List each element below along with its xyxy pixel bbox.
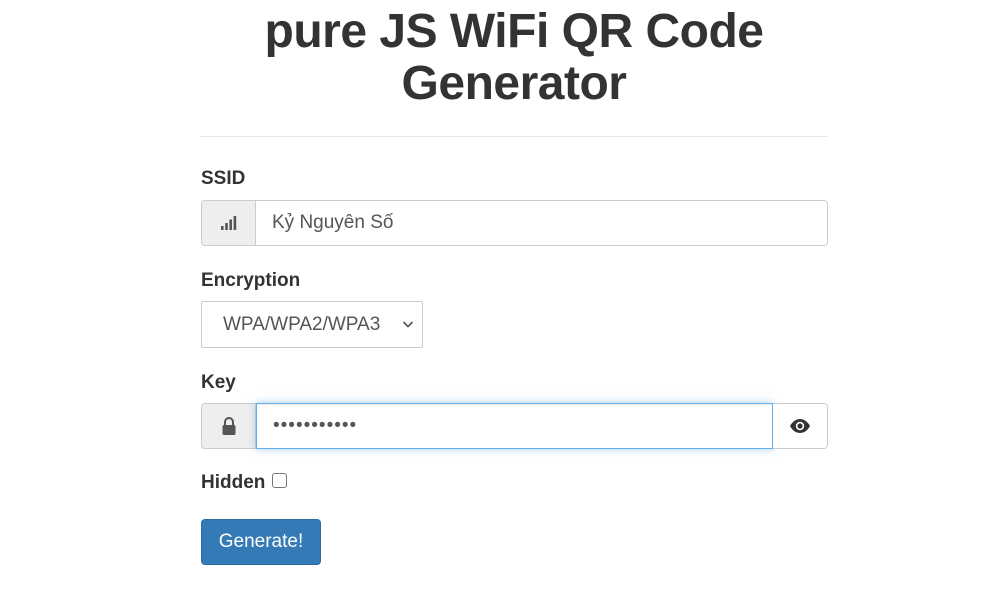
hidden-checkbox[interactable] <box>272 472 288 488</box>
page-title: pure JS WiFi QR Code Generator <box>264 5 764 110</box>
key-label: Key <box>201 372 236 393</box>
ssid-label: SSID <box>201 168 246 189</box>
encryption-select[interactable]: WPA/WPA2/WPA3 <box>201 301 423 348</box>
hidden-row: Hidden <box>201 472 288 494</box>
key-input-group <box>201 403 828 449</box>
ssid-input[interactable] <box>256 200 828 246</box>
title-divider <box>200 136 828 137</box>
generate-button[interactable]: Generate! <box>201 519 321 565</box>
lock-icon <box>201 403 256 449</box>
key-input[interactable] <box>256 403 773 449</box>
hidden-label: Hidden <box>201 472 266 493</box>
encryption-label: Encryption <box>201 270 301 291</box>
ssid-input-group <box>201 200 828 246</box>
encryption-selected-value: WPA/WPA2/WPA3 <box>223 313 381 335</box>
eye-icon <box>790 419 810 433</box>
signal-icon <box>201 200 256 246</box>
page: pure JS WiFi QR Code Generator SSID Encr… <box>0 0 1000 595</box>
chevron-down-icon <box>402 321 414 328</box>
toggle-visibility-button[interactable] <box>773 403 828 449</box>
